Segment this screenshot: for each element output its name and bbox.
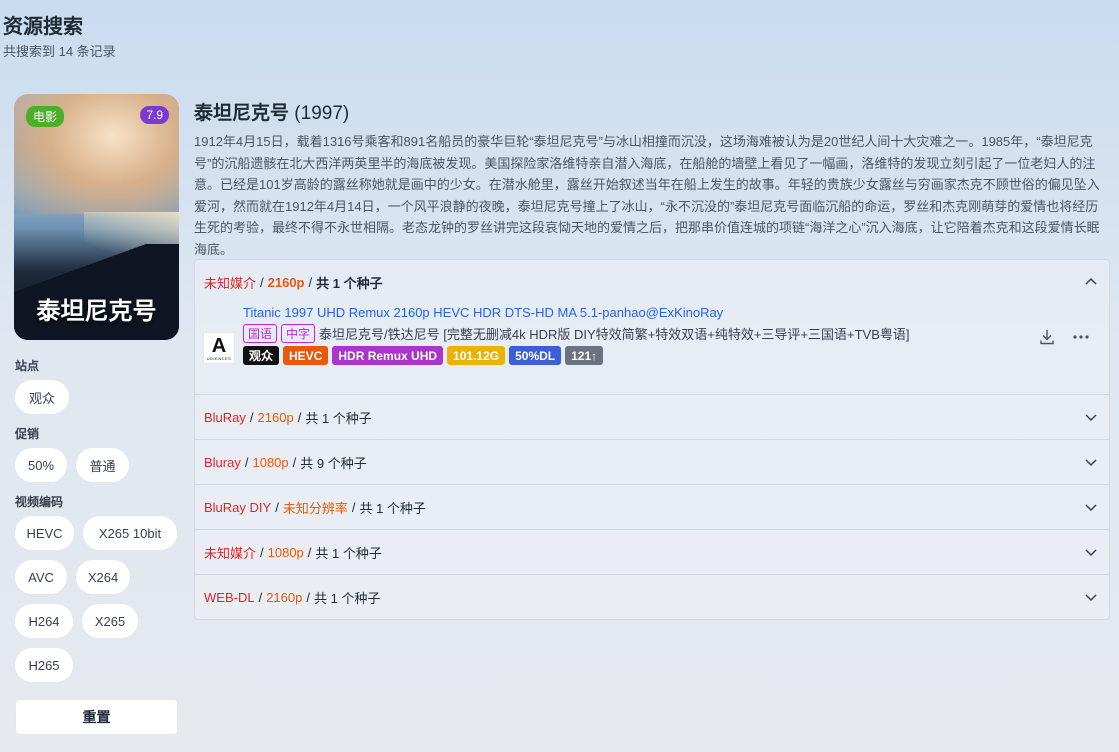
group-count: 共 9 个种子 (300, 455, 367, 471)
filter-codec-chip[interactable]: HEVC (15, 516, 74, 550)
torrent-tag: 观众 (243, 346, 280, 365)
filter-site-chip[interactable]: 观众 (15, 380, 69, 414)
group-separator: / (297, 409, 302, 425)
movie-title-text: 泰坦尼克号 (194, 103, 290, 124)
group-separator: / (292, 454, 297, 470)
group-count: 共 1 个种子 (305, 410, 372, 426)
group-source: Bluray (204, 454, 241, 470)
movie-poster: 泰坦尼克号 电影 7.9 (14, 94, 179, 340)
group-separator: / (249, 409, 254, 425)
chevron-down-icon[interactable] (1083, 409, 1099, 425)
filter-promo-chip[interactable]: 普通 (76, 448, 129, 482)
chevron-down-icon[interactable] (1083, 499, 1099, 515)
torrent-tag: 101.12G (447, 346, 506, 365)
group-separator: / (308, 275, 313, 290)
chevron-down-icon[interactable] (1083, 454, 1099, 470)
group-header[interactable]: 未知媒介 / 2160p / 共 1 个种子 (195, 260, 1109, 305)
more-icon[interactable] (1071, 327, 1091, 347)
movie-year: (1997) (294, 103, 350, 124)
lang-tag: 中字 (281, 324, 316, 343)
filter-promo-label: 促销 (15, 427, 40, 441)
group-header[interactable]: BluRay / 2160p / 共 1 个种子 (195, 394, 1109, 439)
chevron-up-icon[interactable] (1083, 274, 1099, 290)
page-title: 资源搜索 (3, 16, 83, 38)
torrent-actions (1037, 327, 1091, 347)
page-subtitle: 共搜索到 14 条记录 (3, 44, 116, 59)
movie-title: 泰坦尼克号 (1997) (194, 98, 349, 125)
filter-codec-chip[interactable]: X264 (76, 560, 130, 594)
filter-codec-label: 视频编码 (15, 495, 64, 509)
group-count: 共 1 个种子 (315, 545, 382, 561)
group-resolution: 2160p (257, 409, 294, 425)
uploader-logo: A UDIENCES (203, 332, 235, 364)
torrent-name-link[interactable]: Titanic 1997 UHD Remux 2160p HEVC HDR DT… (243, 305, 723, 320)
torrent-group-list: 未知媒介 / 2160p / 共 1 个种子 A UDIENCES Titani… (194, 259, 1110, 620)
chevron-down-icon[interactable] (1083, 589, 1099, 605)
torrent-tag: 121↑ (565, 346, 604, 365)
movie-overview: 1912年4月15日，载着1316号乘客和891名船员的豪华巨轮“泰坦尼克号”与… (194, 134, 1100, 257)
group-separator: / (258, 589, 263, 605)
filter-site-label: 站点 (15, 359, 40, 373)
group-source: BluRay DIY (204, 499, 272, 515)
filter-promo-chip[interactable]: 50% (15, 448, 67, 482)
group-separator: / (307, 544, 312, 560)
torrent-desc-text: 泰坦尼克号/铁达尼号 [完整无删减4k HDR版 DIY特效简繁+特效双语+纯特… (319, 327, 910, 342)
group-count: 共 1 个种子 (359, 500, 426, 516)
group-resolution: 1080p (267, 544, 304, 560)
filter-codec-chip[interactable]: AVC (15, 560, 67, 594)
group-header[interactable]: Bluray / 1080p / 共 9 个种子 (195, 439, 1109, 484)
group-source: 未知媒介 (204, 545, 257, 561)
group-source: 未知媒介 (204, 276, 257, 291)
group-header[interactable]: 未知媒介 / 1080p / 共 1 个种子 (195, 529, 1109, 574)
reset-button[interactable]: 重置 (15, 699, 178, 735)
torrent-item[interactable]: A UDIENCES Titanic 1997 UHD Remux 2160p … (195, 305, 1109, 394)
poster-title-text: 泰坦尼克号 (36, 296, 157, 325)
torrent-tag: 50%DL (509, 346, 562, 365)
group-separator: / (306, 589, 310, 605)
group-separator: / (244, 454, 249, 470)
media-type-badge: 电影 (26, 106, 65, 127)
group-source: BluRay (204, 409, 246, 425)
torrent-tag: HEVC (283, 346, 329, 365)
group-resolution: 2160p (267, 275, 305, 290)
torrent-tags: 观众 HEVC HDR Remux UHD 101.12G 50%DL 121↑ (243, 346, 607, 365)
download-icon[interactable] (1037, 327, 1057, 347)
filter-codec-chip[interactable]: X265 (82, 604, 138, 638)
group-source: WEB-DL (204, 589, 255, 605)
filter-codec-chip[interactable]: H265 (15, 648, 73, 682)
filter-codec-chip[interactable]: X265 10bit (83, 516, 177, 550)
group-resolution: 2160p (266, 589, 303, 605)
group-resolution: 1080p (252, 454, 289, 470)
rating-badge: 7.9 (140, 106, 169, 124)
group-separator: / (260, 544, 264, 560)
group-separator: / (275, 499, 279, 515)
group-header[interactable]: WEB-DL / 2160p / 共 1 个种子 (195, 574, 1109, 619)
torrent-description: 国语 中字 泰坦尼克号/铁达尼号 [完整无删减4k HDR版 DIY特效简繁+特… (243, 324, 910, 343)
group-count: 共 1 个种子 (313, 590, 381, 606)
group-separator: / (260, 275, 264, 290)
group-separator: / (351, 499, 356, 515)
lang-tag: 国语 (243, 324, 278, 343)
chevron-down-icon[interactable] (1083, 544, 1099, 560)
group-resolution: 未知分辨率 (282, 500, 348, 516)
torrent-tag: HDR Remux UHD (332, 346, 444, 365)
group-count: 共 1 个种子 (316, 276, 383, 291)
group-header[interactable]: BluRay DIY / 未知分辨率 / 共 1 个种子 (195, 484, 1109, 529)
filter-codec-chip[interactable]: H264 (15, 604, 73, 638)
